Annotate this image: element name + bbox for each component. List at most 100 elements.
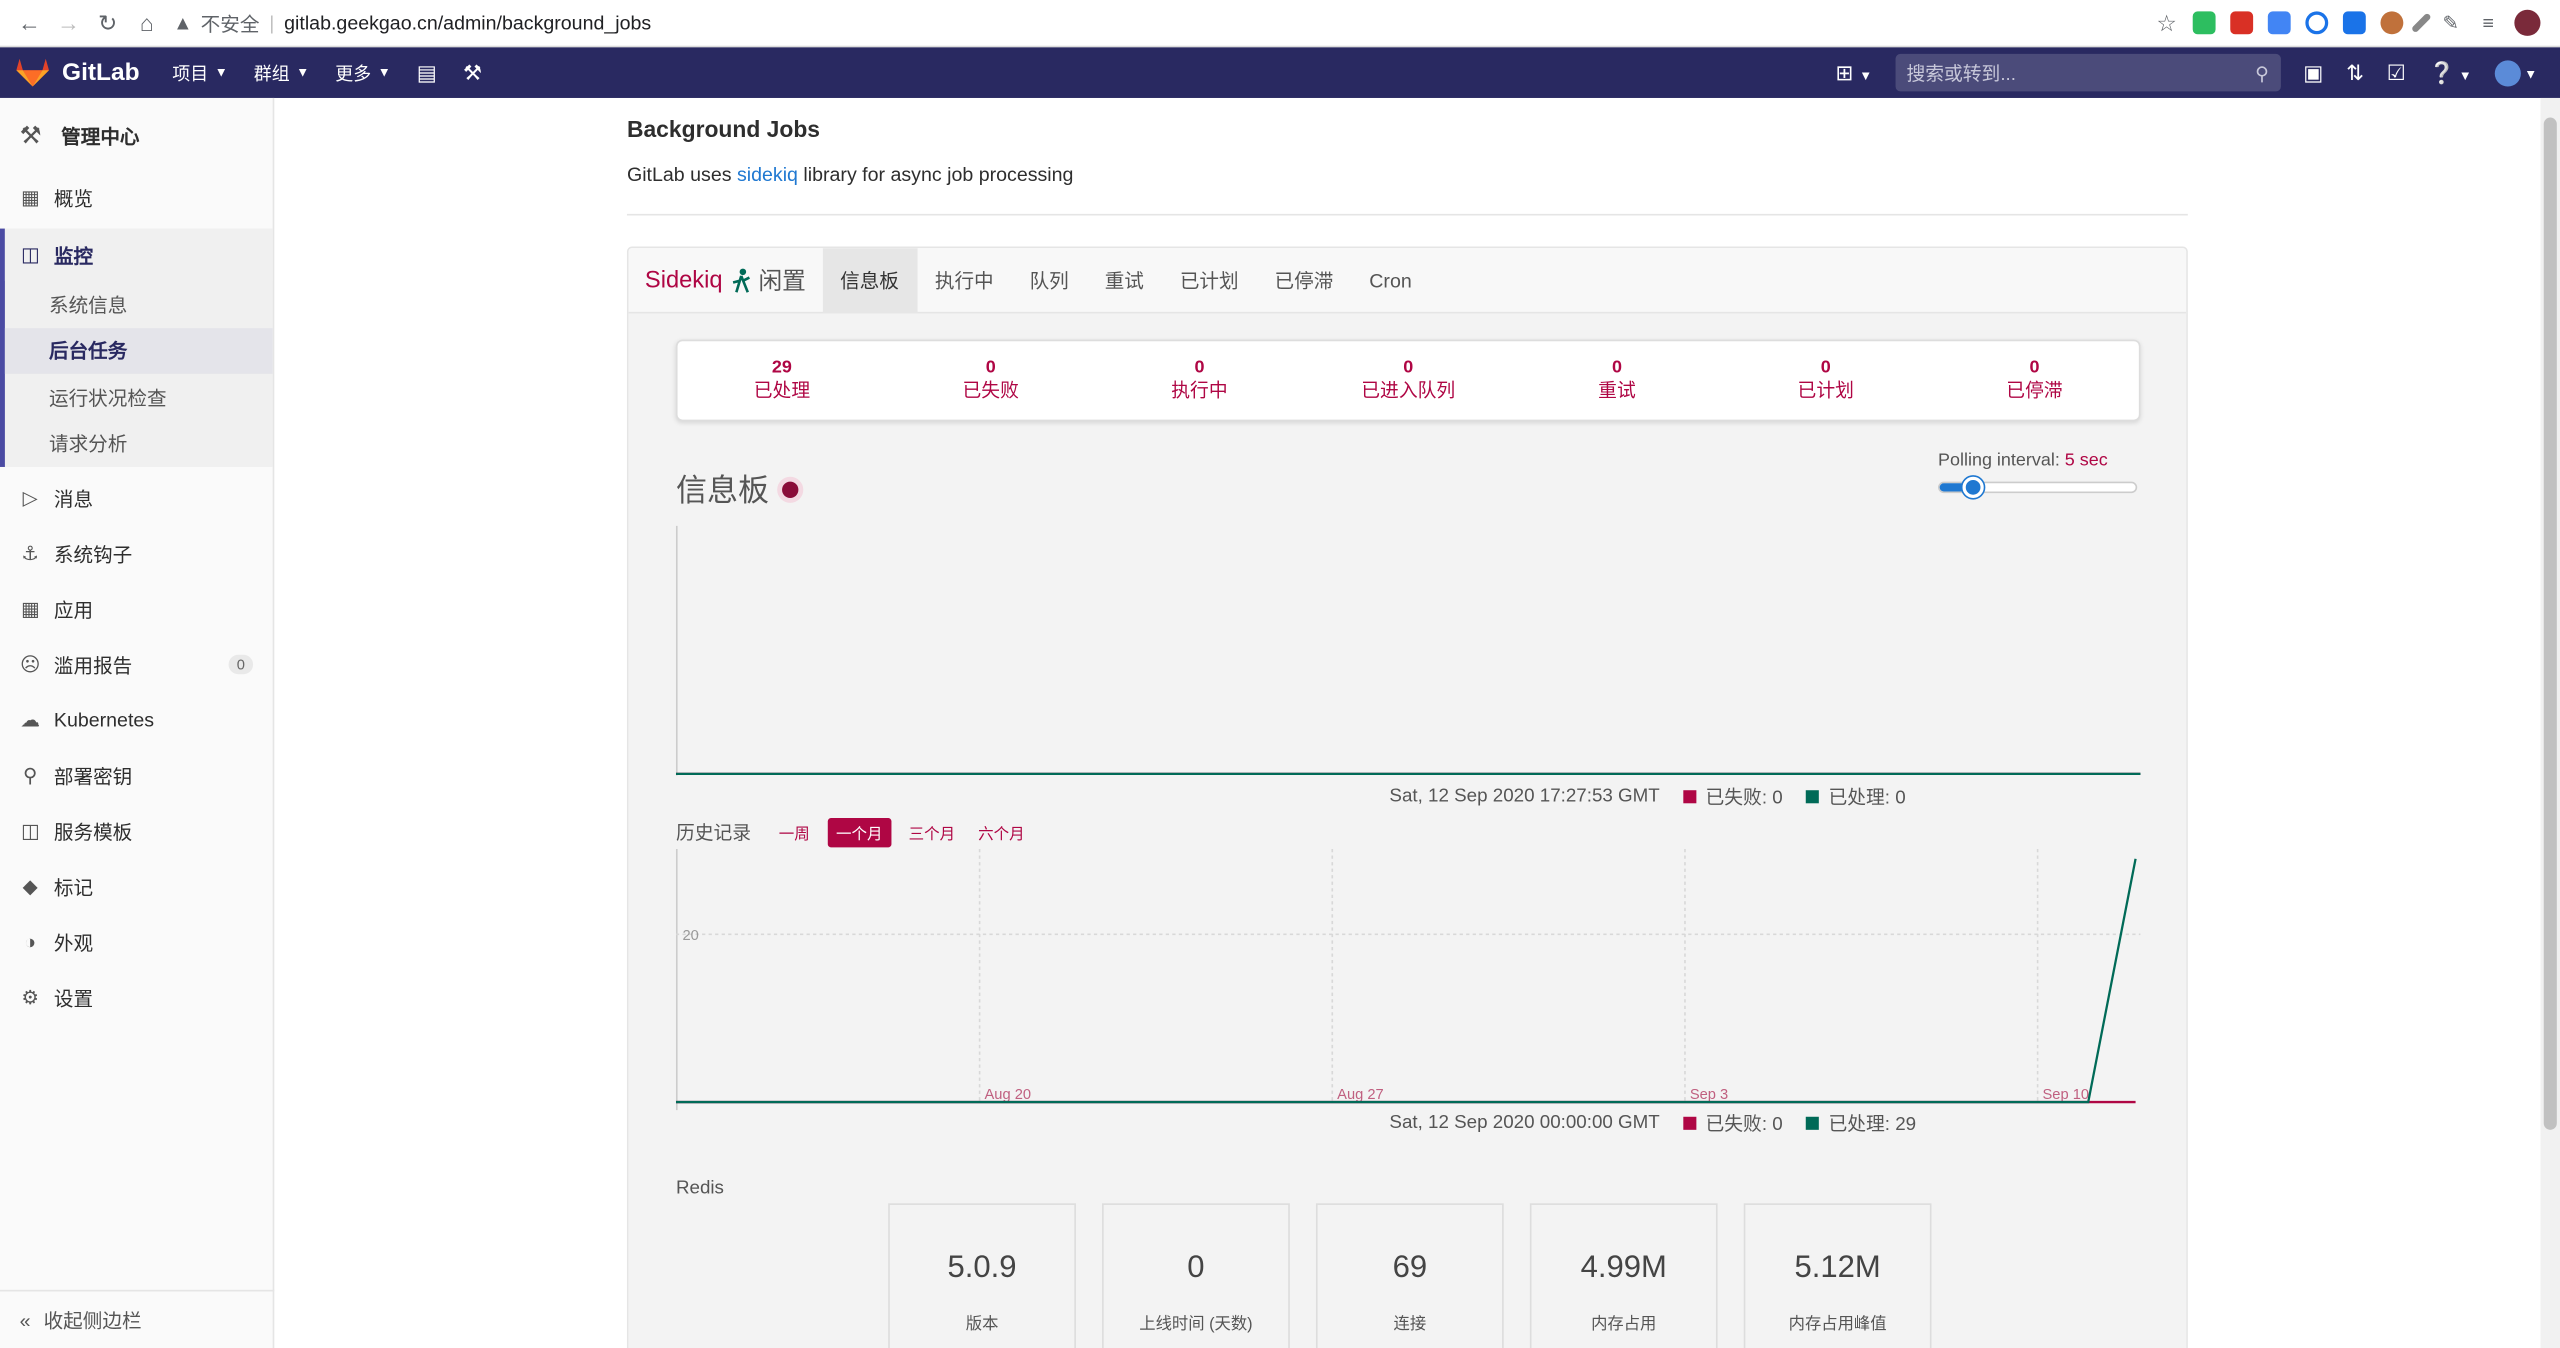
- puzzle-icon[interactable]: ✎: [2439, 5, 2462, 41]
- tab-cron[interactable]: Cron: [1351, 248, 1429, 312]
- admin-wrench-icon[interactable]: ⚒: [463, 60, 482, 86]
- main-content: Background Jobs GitLab uses sidekiq libr…: [626, 98, 2188, 1348]
- sidebar-subitem-request-profiles[interactable]: 请求分析: [5, 420, 273, 467]
- user-avatar[interactable]: ▼: [2494, 59, 2537, 87]
- sidebar-subitem-background-jobs[interactable]: 后台任务: [4, 327, 273, 374]
- hook-icon: ⚓: [21, 542, 39, 565]
- redis-stat-label: 连接: [1393, 1315, 1427, 1334]
- bookmark-star-icon[interactable]: ☆: [2155, 5, 2178, 41]
- nav-groups[interactable]: 群组 ▼: [254, 60, 309, 86]
- sidebar-item-labels[interactable]: ◆ 标记: [0, 859, 273, 915]
- polling-slider[interactable]: [1938, 476, 2138, 498]
- sidekiq-brand[interactable]: Sidekiq 闲置: [629, 248, 823, 312]
- back-icon[interactable]: ←: [10, 5, 49, 41]
- sidebar-item-service-templates[interactable]: ◫ 服务模板: [0, 803, 273, 859]
- sidekiq-link[interactable]: sidekiq: [737, 163, 798, 186]
- range-one-week[interactable]: 一周: [774, 820, 815, 846]
- sidebar-header[interactable]: ⚒ 管理中心: [0, 98, 273, 173]
- redis-stats: 5.0.9 版本 0 上线时间 (天数) 69 连接 4.99M 内存占用 5.12M 内…: [888, 1203, 1932, 1348]
- nav-more[interactable]: 更多 ▼: [335, 60, 390, 86]
- gitlab-header: GitLab 项目 ▼ 群组 ▼ 更多 ▼ ▤ ⚒ ⊞ ▼ 搜索或转到... ⚲ ▣ …: [0, 47, 2560, 98]
- sidebar-item-label: 概览: [53, 186, 94, 210]
- stat-processed[interactable]: 29 已处理: [678, 341, 887, 419]
- help-icon[interactable]: ❔ ▼: [2429, 60, 2472, 86]
- search-placeholder: 搜索或转到...: [1906, 64, 2017, 85]
- url-text[interactable]: gitlab.geekgao.cn/admin/background_jobs: [284, 11, 651, 34]
- realtime-timestamp: Sat, 12 Sep 2020 17:27:53 GMT: [1389, 786, 1660, 807]
- sidebar-item-appearance[interactable]: ◑ 外观: [0, 914, 273, 970]
- range-six-months[interactable]: 六个月: [973, 820, 1029, 846]
- sidebar-item-monitor[interactable]: ◫ 监控: [4, 228, 273, 281]
- insecure-label: 不安全: [200, 12, 260, 36]
- sidebar-item-deploy-keys[interactable]: ⚲ 部署密钥: [0, 748, 273, 804]
- tab-dashboard[interactable]: 信息板: [822, 248, 917, 313]
- sidebar-item-hooks[interactable]: ⚓ 系统钩子: [0, 526, 273, 582]
- tab-busy[interactable]: 执行中: [917, 248, 1012, 312]
- merge-request-icon[interactable]: ⇅: [2346, 60, 2364, 86]
- sidebar-item-abuse-reports[interactable]: ☹ 滥用报告 0: [0, 637, 273, 693]
- sidebar-item-settings[interactable]: ⚙ 设置: [0, 970, 273, 1026]
- chevron-down-icon: ▼: [296, 65, 310, 81]
- history-label: 历史记录: [675, 824, 752, 845]
- search-input[interactable]: 搜索或转到... ⚲: [1895, 53, 2281, 92]
- evernote-icon[interactable]: [2192, 11, 2216, 35]
- sidebar-subitem-system-info[interactable]: 系统信息: [5, 281, 273, 328]
- tab-retries[interactable]: 重试: [1087, 248, 1162, 312]
- tab-dead[interactable]: 已停滞: [1257, 248, 1352, 312]
- range-three-months[interactable]: 三个月: [904, 820, 960, 846]
- redis-stat-label: 内存占用峰值: [1788, 1315, 1887, 1334]
- tab-scheduled[interactable]: 已计划: [1162, 248, 1257, 312]
- profile-avatar[interactable]: [2514, 9, 2541, 36]
- reading-list-icon[interactable]: ≡: [2477, 5, 2500, 41]
- scrollbar-thumb[interactable]: [2543, 117, 2557, 1130]
- stat-scheduled[interactable]: 0 已计划: [1721, 341, 1930, 419]
- nav-more-label: 更多: [335, 64, 372, 85]
- nav-projects[interactable]: 项目 ▼: [172, 60, 227, 86]
- stat-enqueued[interactable]: 0 已进入队列: [1304, 341, 1513, 419]
- range-one-month[interactable]: 一个月: [827, 817, 891, 848]
- sidekiq-panel: Sidekiq 闲置 信息板 执行中 队列 重试 已计划 已停滞 Cron 29…: [626, 246, 2188, 1348]
- history-processed-label: 已处理: 29: [1828, 1115, 1917, 1135]
- sidebar-item-messages[interactable]: ▷ 消息: [0, 470, 273, 526]
- collapse-sidebar-button[interactable]: « 收起侧边栏: [0, 1289, 275, 1348]
- sidebar-subitem-health-check[interactable]: 运行状况检查: [5, 374, 273, 421]
- sidebar-item-overview[interactable]: ▦ 概览: [0, 170, 273, 226]
- history-x-tick-label: Sep 3: [1690, 1087, 1728, 1103]
- chevron-down-icon: ▼: [377, 65, 391, 81]
- sidebar-item-label: 系统钩子: [53, 542, 133, 566]
- warning-icon: ▲: [173, 11, 193, 35]
- issues-icon[interactable]: ▣: [2303, 60, 2323, 86]
- gitlab-logo[interactable]: GitLab: [16, 57, 140, 87]
- new-plus-icon[interactable]: ⊞ ▼: [1836, 60, 1873, 86]
- brand-name: GitLab: [62, 58, 140, 87]
- browser-toolbar: ← → ↻ ⌂ ▲ 不安全 | gitlab.geekgao.cn/admin/…: [0, 0, 2560, 48]
- extension-red-icon[interactable]: [2230, 11, 2254, 35]
- processed-swatch: [1805, 1116, 1819, 1130]
- activity-chart-icon[interactable]: ▤: [417, 60, 437, 86]
- extension-blue-icon[interactable]: [2342, 11, 2366, 35]
- stat-dead[interactable]: 0 已停滞: [1930, 341, 2139, 419]
- stat-busy[interactable]: 0 执行中: [1095, 341, 1304, 419]
- reload-icon[interactable]: ↻: [88, 5, 127, 41]
- redis-stat-value: 4.99M: [1580, 1250, 1667, 1285]
- forward-icon[interactable]: →: [49, 5, 88, 41]
- translate-icon[interactable]: [2267, 11, 2291, 35]
- sidebar-item-applications[interactable]: ▦ 应用: [0, 581, 273, 637]
- redis-stat-label: 上线时间 (天数): [1139, 1315, 1253, 1334]
- home-icon[interactable]: ⌂: [127, 5, 166, 41]
- gear-icon: ⚙: [21, 986, 39, 1010]
- history-x-tick-label: Aug 20: [985, 1087, 1032, 1103]
- eyedropper-icon[interactable]: [2410, 12, 2432, 34]
- stat-failed[interactable]: 0 已失败: [886, 341, 1095, 419]
- extension-fox-icon[interactable]: [2380, 11, 2404, 35]
- chevron-down-icon: ▼: [214, 65, 228, 81]
- tab-queues[interactable]: 队列: [1012, 248, 1087, 312]
- address-bar[interactable]: ▲ 不安全 | gitlab.geekgao.cn/admin/backgrou…: [173, 5, 2155, 41]
- stat-retries[interactable]: 0 重试: [1513, 341, 1722, 419]
- clock-icon[interactable]: [2305, 11, 2329, 35]
- page-scrollbar[interactable]: [2540, 97, 2560, 1348]
- todos-icon[interactable]: ☑: [2387, 60, 2406, 86]
- sidebar-item-kubernetes[interactable]: ☁ Kubernetes: [0, 692, 273, 748]
- polling-slider-handle[interactable]: [1963, 476, 1985, 498]
- wrench-icon: ⚒: [19, 122, 42, 151]
